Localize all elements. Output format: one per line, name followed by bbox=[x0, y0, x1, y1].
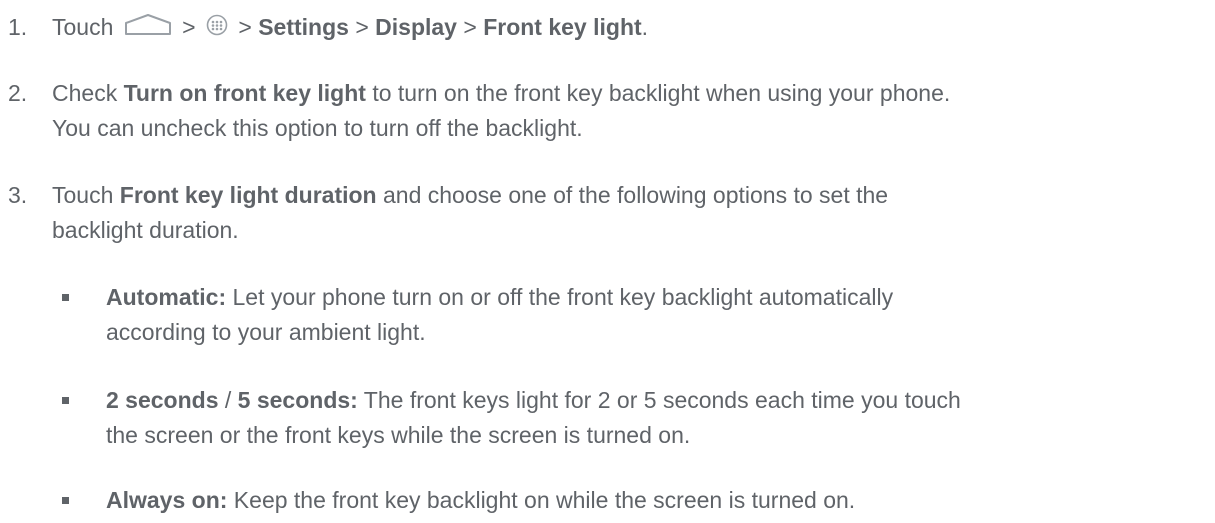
step-3-prefix: Touch bbox=[52, 182, 120, 208]
separator: > bbox=[355, 14, 369, 40]
step-3-text: Touch Front key light duration and choos… bbox=[52, 178, 888, 248]
display-label: Display bbox=[375, 14, 457, 40]
step-1-text: Touch > > Settings > Display > Front key… bbox=[52, 10, 648, 46]
bullet-1-line1: Let your phone turn on or off the front … bbox=[226, 284, 894, 310]
home-icon bbox=[124, 11, 172, 46]
step-3-line2: backlight duration. bbox=[52, 217, 239, 243]
step-number: 3. bbox=[8, 182, 28, 208]
bullet-icon bbox=[62, 294, 69, 301]
two-seconds-label: 2 seconds bbox=[106, 387, 219, 413]
automatic-label: Automatic: bbox=[106, 284, 227, 310]
bullet-text: 2 seconds / 5 seconds: The front keys li… bbox=[106, 383, 961, 453]
separator: > bbox=[463, 14, 477, 40]
front-key-light-duration-label: Front key light duration bbox=[119, 182, 377, 208]
bullet-2-line1: The front keys light for 2 or 5 seconds … bbox=[357, 387, 961, 413]
bullet-icon bbox=[62, 397, 69, 404]
slash: / bbox=[218, 387, 238, 413]
step-2-text: Check Turn on front key light to turn on… bbox=[52, 76, 950, 146]
bullet-2-line2: the screen or the front keys while the s… bbox=[106, 422, 691, 448]
five-seconds-label: 5 seconds: bbox=[237, 387, 358, 413]
turn-on-front-key-light-label: Turn on front key light bbox=[123, 80, 366, 106]
always-on-label: Always on: bbox=[106, 487, 228, 513]
period: . bbox=[641, 14, 649, 40]
bullet-text: Automatic: Let your phone turn on or off… bbox=[106, 280, 893, 350]
step-2-suffix: to turn on the front key backlight when … bbox=[365, 80, 951, 106]
step-3-suffix: and choose one of the following options … bbox=[376, 182, 889, 208]
settings-label: Settings bbox=[258, 14, 349, 40]
step-number: 1. bbox=[8, 14, 28, 40]
touch-word: Touch bbox=[52, 14, 114, 40]
step-2-prefix: Check bbox=[52, 80, 124, 106]
step-2-line2: You can uncheck this option to turn off … bbox=[52, 115, 583, 141]
bullet-text: Always on: Keep the front key backlight … bbox=[106, 483, 855, 518]
bullet-3-line1: Keep the front key backlight on while th… bbox=[227, 487, 856, 513]
bullet-icon bbox=[62, 497, 69, 504]
separator: > bbox=[182, 14, 196, 40]
bullet-1-line2: according to your ambient light. bbox=[106, 319, 426, 345]
apps-grid-icon bbox=[206, 11, 228, 46]
front-key-light-label: Front key light bbox=[483, 14, 642, 40]
step-number: 2. bbox=[8, 80, 28, 106]
document: 1. Touch > > Settings > Display > Front … bbox=[0, 0, 1215, 523]
separator: > bbox=[238, 14, 252, 40]
